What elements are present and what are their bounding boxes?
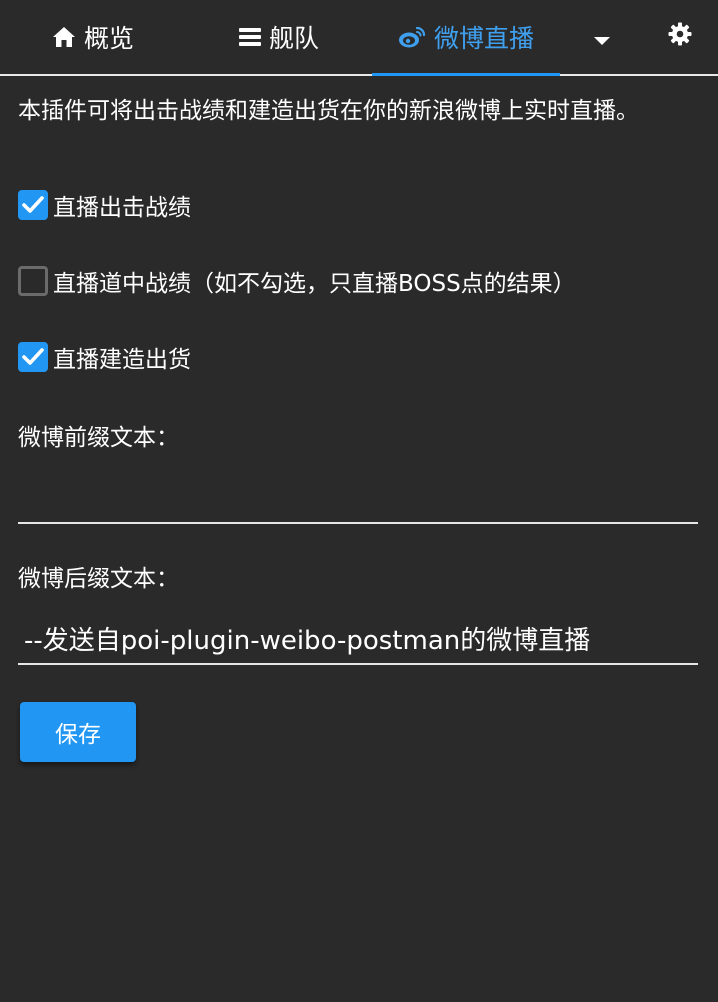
- suffix-text-input[interactable]: [18, 617, 698, 665]
- prefix-text-input[interactable]: [18, 476, 698, 524]
- settings-button[interactable]: [650, 0, 710, 74]
- checkmark-icon: [22, 196, 44, 213]
- suffix-text-label: 微博后缀文本：: [18, 566, 179, 592]
- tab-weibo-live[interactable]: 微博直播: [372, 0, 560, 76]
- save-button[interactable]: 保存: [20, 702, 136, 762]
- home-icon: [52, 26, 76, 48]
- prefix-text-label: 微博前缀文本：: [18, 425, 179, 451]
- gear-icon: [668, 22, 692, 52]
- plugin-settings-panel: 本插件可将出击战绩和建造出货在你的新浪微博上实时直播。: [0, 76, 718, 128]
- option-label: 直播出击战绩: [53, 195, 191, 221]
- checkmark-icon: [22, 348, 44, 365]
- tab-overview-label: 概览: [83, 24, 134, 53]
- checkbox-checked[interactable]: [18, 190, 48, 220]
- option-live-construction-results[interactable]: 直播建造出货: [18, 340, 191, 374]
- caret-down-icon: [594, 23, 610, 52]
- option-live-midway-results[interactable]: 直播道中战绩（如不勾选，只直播BOSS点的结果）: [18, 264, 576, 298]
- more-dropdown-toggle[interactable]: [575, 0, 629, 74]
- option-label: 直播道中战绩（如不勾选，只直播BOSS点的结果）: [53, 271, 576, 297]
- bars-icon: [238, 27, 261, 47]
- tab-overview[interactable]: 概览: [0, 0, 186, 74]
- checkbox-unchecked[interactable]: [18, 266, 48, 296]
- option-live-sortie-results[interactable]: 直播出击战绩: [18, 188, 191, 222]
- tab-fleet[interactable]: 舰队: [186, 0, 372, 74]
- tab-fleet-label: 舰队: [268, 24, 319, 53]
- top-navbar: 概览 舰队 微博直播: [0, 0, 718, 76]
- tab-weibo-label: 微博直播: [433, 24, 534, 53]
- checkbox-checked[interactable]: [18, 342, 48, 372]
- plugin-description: 本插件可将出击战绩和建造出货在你的新浪微博上实时直播。: [18, 98, 639, 124]
- weibo-icon: [398, 25, 426, 49]
- option-label: 直播建造出货: [53, 347, 191, 373]
